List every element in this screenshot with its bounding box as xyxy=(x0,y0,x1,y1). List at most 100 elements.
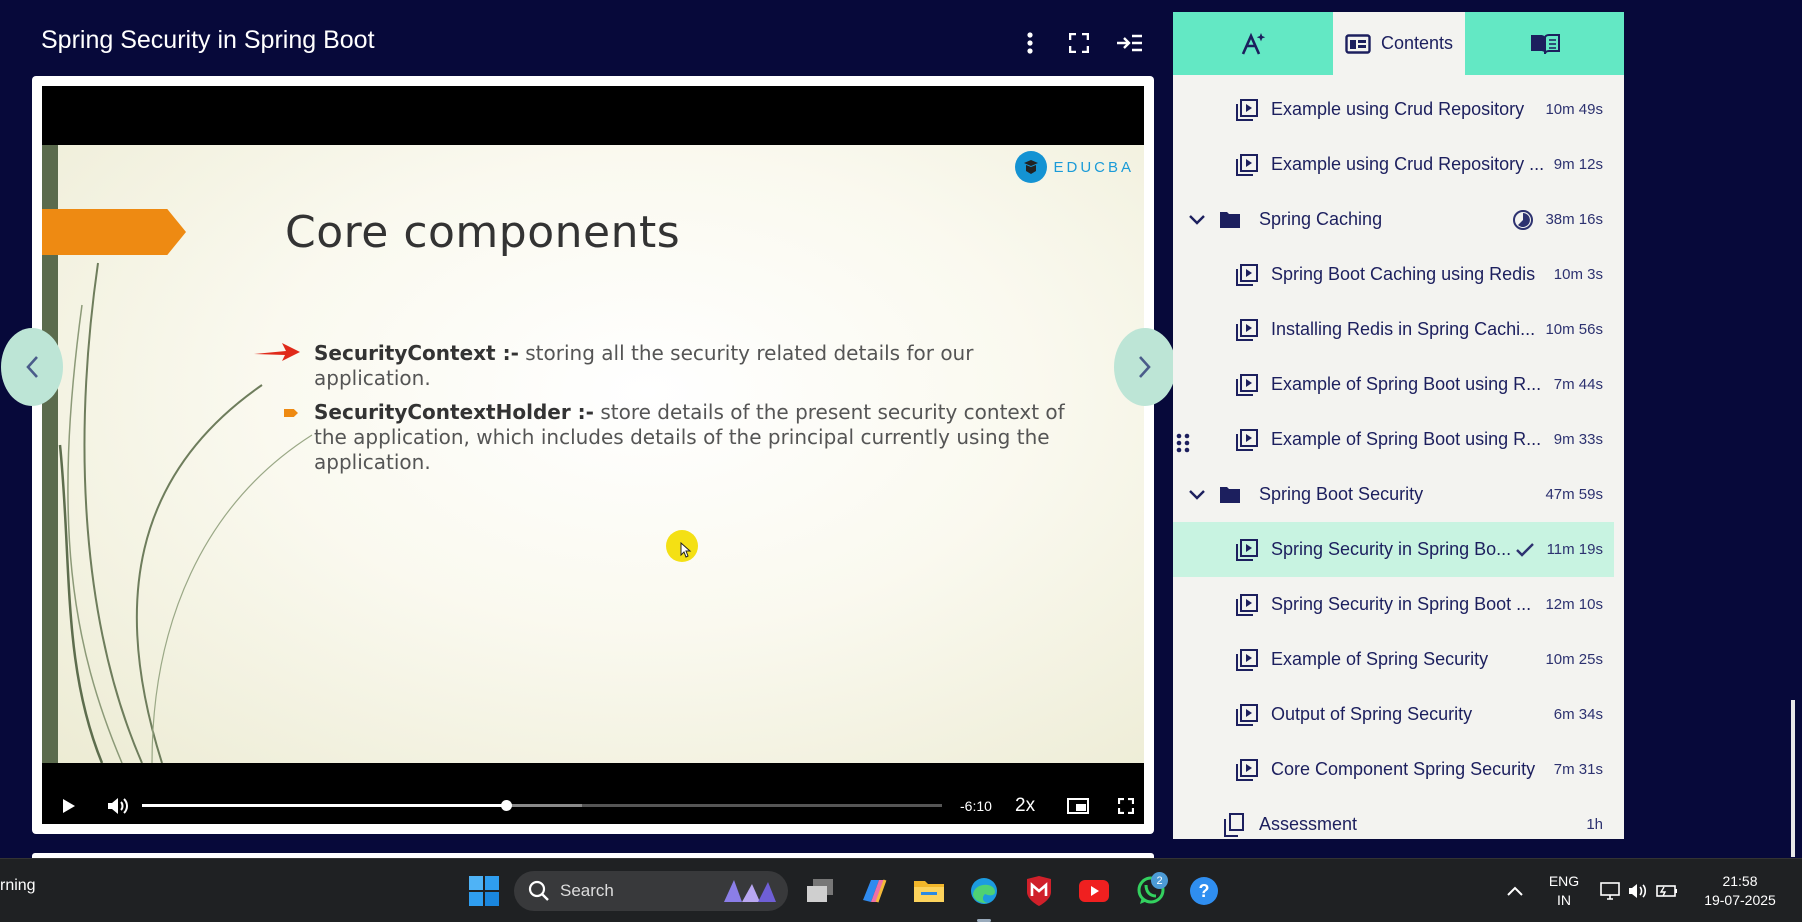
lesson-item[interactable]: Spring Security in Spring Boot ... 12m 10… xyxy=(1173,577,1624,632)
duration-label: 10m 25s xyxy=(1545,651,1603,668)
ai-assistant-icon xyxy=(1241,32,1266,55)
volume-icon[interactable] xyxy=(104,787,132,824)
section-header[interactable]: Spring Caching 38m 16s xyxy=(1173,192,1624,247)
duration-label: 38m 16s xyxy=(1545,211,1603,228)
next-slide-button[interactable] xyxy=(1114,328,1176,406)
lesson-item[interactable]: Spring Security in Spring Bo... 11m 19s xyxy=(1173,522,1614,577)
tab-notes[interactable] xyxy=(1465,12,1624,75)
more-vertical-icon[interactable] xyxy=(1013,26,1047,60)
seek-thumb[interactable] xyxy=(501,800,512,811)
lesson-title: Spring Security in Spring Bo... xyxy=(1271,539,1512,559)
video-lesson-icon xyxy=(1235,98,1259,121)
checkmark-icon xyxy=(1514,542,1536,558)
network-icon[interactable] xyxy=(1598,859,1622,922)
battery-icon[interactable] xyxy=(1655,859,1679,922)
input-language-indicator[interactable]: ENG IN xyxy=(1548,872,1580,910)
lesson-item[interactable]: Example using Crud Repository ... 9m 12s xyxy=(1173,137,1624,192)
lesson-item[interactable]: Example of Spring Boot using R... 7m 44s xyxy=(1173,357,1624,412)
slide-orange-tab xyxy=(42,209,186,255)
page-scrollbar-thumb[interactable] xyxy=(1791,700,1795,857)
lesson-item[interactable]: Example using Crud Repository 10m 49s xyxy=(1173,82,1624,137)
player-fullscreen-icon[interactable] xyxy=(1112,787,1140,824)
drag-handle-icon[interactable] xyxy=(1176,433,1190,453)
tab-contents[interactable]: Contents xyxy=(1333,12,1465,75)
duration-label: 9m 12s xyxy=(1553,156,1603,173)
educba-logo-icon xyxy=(1015,151,1048,183)
page-title: Spring Security in Spring Boot xyxy=(41,26,375,54)
lesson-title: Spring Security in Spring Boot ... xyxy=(1271,594,1532,614)
slide-bullet-term: SecurityContextHolder :- xyxy=(314,400,594,424)
collapse-sidebar-icon[interactable] xyxy=(1112,26,1146,60)
section-header[interactable]: Spring Boot Security 47m 59s xyxy=(1173,467,1624,522)
chevron-down-icon[interactable] xyxy=(1187,489,1207,500)
clock[interactable]: 21:58 19-07-2025 xyxy=(1698,872,1782,910)
fullscreen-icon[interactable] xyxy=(1062,26,1096,60)
lesson-item[interactable]: Installing Redis in Spring Cachi... 10m 5… xyxy=(1173,302,1624,357)
mcafee-icon[interactable] xyxy=(1019,859,1059,922)
whatsapp-icon[interactable]: 2 xyxy=(1128,859,1174,922)
video-lesson-icon xyxy=(1235,593,1259,616)
previous-slide-button[interactable] xyxy=(1,328,63,406)
video-lesson-icon xyxy=(1235,428,1259,451)
clock-date: 19-07-2025 xyxy=(1704,892,1776,908)
playback-speed-button[interactable]: 2x xyxy=(1015,795,1035,817)
edge-icon[interactable] xyxy=(964,859,1004,922)
taskbar-search-placeholder: Search xyxy=(560,881,614,900)
lesson-item[interactable]: Core Component Spring Security 7m 31s xyxy=(1173,742,1624,797)
chevron-left-icon xyxy=(26,356,38,378)
lesson-title: Example of Spring Boot using R... xyxy=(1271,374,1542,394)
youtube-icon[interactable] xyxy=(1074,859,1114,922)
weather-widget-text[interactable]: rning xyxy=(0,877,36,895)
video-lesson-icon xyxy=(1235,318,1259,341)
mouse-pointer-icon xyxy=(680,542,692,558)
seek-played xyxy=(142,804,506,807)
lecture-slide: EDUCBA Core components SecurityContext :… xyxy=(42,145,1144,763)
duration-label: 7m 44s xyxy=(1553,376,1603,393)
assessment-title: Assessment xyxy=(1259,814,1358,834)
tab-ai-assistant[interactable] xyxy=(1173,12,1333,75)
duration-label: 9m 33s xyxy=(1553,431,1603,448)
video-lesson-icon xyxy=(1235,373,1259,396)
picture-in-picture-icon[interactable] xyxy=(1064,787,1092,824)
lesson-item[interactable]: Example of Spring Security 10m 25s xyxy=(1173,632,1624,687)
video-lesson-icon xyxy=(1235,758,1259,781)
duration-label: 10m 3s xyxy=(1553,266,1603,283)
video-frame[interactable]: EDUCBA Core components SecurityContext :… xyxy=(42,86,1144,787)
svg-text:?: ? xyxy=(1199,881,1210,901)
task-view-icon[interactable] xyxy=(800,859,840,922)
clock-time: 21:58 xyxy=(1722,873,1758,889)
slide-bullet: SecurityContext :- storing all the secur… xyxy=(254,341,1094,391)
slide-bullets: SecurityContext :- storing all the secur… xyxy=(254,341,1094,484)
duration-label: 6m 34s xyxy=(1553,706,1603,723)
chevron-up-icon[interactable] xyxy=(1500,859,1530,922)
help-icon[interactable]: ? xyxy=(1184,859,1224,922)
duration-label: 10m 56s xyxy=(1545,321,1603,338)
video-lesson-icon xyxy=(1235,153,1259,176)
lesson-title: Core Component Spring Security xyxy=(1271,759,1536,779)
windows-start-icon[interactable] xyxy=(464,859,504,922)
lesson-item[interactable]: Spring Boot Caching using Redis 10m 3s xyxy=(1173,247,1624,302)
whatsapp-notification-badge: 2 xyxy=(1151,872,1168,889)
duration-label: 1h xyxy=(1586,816,1603,833)
red-arrow-icon xyxy=(254,343,300,361)
tab-contents-label: Contents xyxy=(1380,33,1454,53)
lesson-item[interactable]: Output of Spring Security 6m 34s xyxy=(1173,687,1624,742)
lesson-item[interactable]: Example of Spring Boot using R... 9m 33s xyxy=(1173,412,1624,467)
volume-tray-icon[interactable] xyxy=(1626,859,1650,922)
video-lesson-icon xyxy=(1235,703,1259,726)
chevron-down-icon[interactable] xyxy=(1187,214,1207,225)
lesson-title: Example using Crud Repository xyxy=(1271,99,1525,119)
player-controls: -6:10 2x xyxy=(42,787,1144,824)
contents-icon xyxy=(1345,33,1371,54)
duration-label: 10m 49s xyxy=(1545,101,1603,118)
duration-label: 47m 59s xyxy=(1545,486,1603,503)
file-explorer-icon[interactable] xyxy=(909,859,949,922)
seek-bar[interactable] xyxy=(142,800,942,811)
duration-label: 12m 10s xyxy=(1545,596,1603,613)
play-icon[interactable] xyxy=(56,787,82,824)
chevron-right-icon xyxy=(1139,356,1151,378)
assessment-item[interactable]: Assessment 1h xyxy=(1173,797,1624,852)
copilot-icon[interactable] xyxy=(854,859,894,922)
taskbar-search[interactable]: Search xyxy=(514,871,788,911)
language-region: IN xyxy=(1557,892,1571,908)
